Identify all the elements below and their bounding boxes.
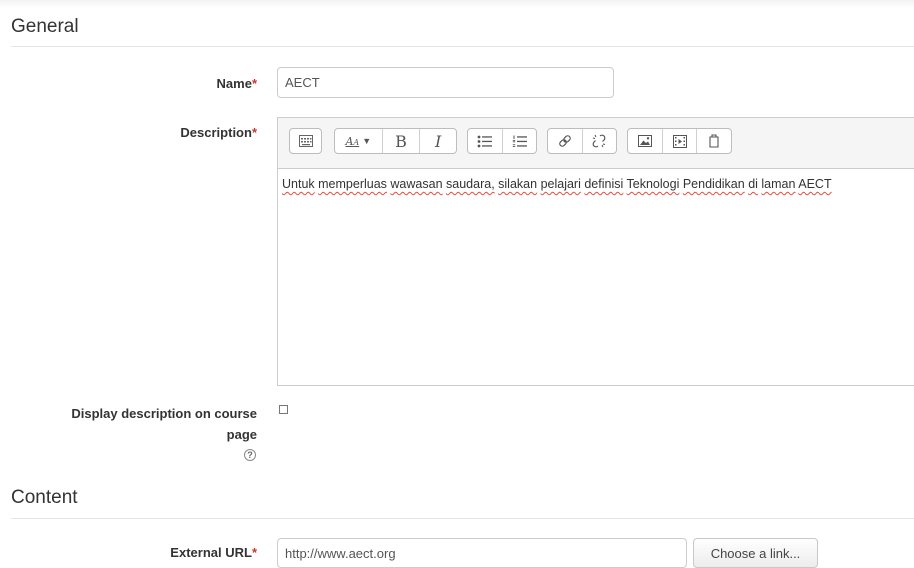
- name-input-value: AECT: [285, 75, 320, 90]
- media-icon: [672, 134, 687, 148]
- name-label: Name*: [217, 76, 257, 91]
- italic-icon: I: [434, 131, 442, 151]
- help-icon[interactable]: ?: [244, 449, 256, 461]
- external-url-input[interactable]: http://www.aect.org: [277, 538, 687, 568]
- description-word: Pendidikan: [682, 177, 745, 191]
- ordered-list-button[interactable]: [503, 129, 537, 153]
- manage-files-button[interactable]: [697, 129, 731, 153]
- toolbar-group-insert: [627, 128, 732, 154]
- section-general-title: General: [11, 16, 79, 37]
- font-style-icon: AA: [345, 135, 359, 148]
- top-shade: [0, 0, 914, 8]
- description-content[interactable]: Untuk memperluas wawasan saudara, silaka…: [278, 169, 914, 199]
- toolbar-group-lists: [467, 128, 537, 154]
- link-button[interactable]: [548, 129, 583, 153]
- display-description-label-line1: Display description on course: [71, 406, 257, 421]
- bold-icon: B: [395, 131, 407, 151]
- description-editor: AA ▼ B I Untuk memperluas wawasan saudar…: [277, 117, 914, 386]
- link-icon: [558, 135, 571, 147]
- name-input[interactable]: AECT: [277, 67, 614, 98]
- toolbar-group-toggle: [289, 128, 322, 154]
- editor-toolbar: AA ▼ B I: [278, 118, 914, 169]
- external-url-label: External URL*: [170, 545, 257, 560]
- media-button[interactable]: [663, 129, 698, 153]
- required-mark: *: [251, 76, 257, 91]
- display-description-checkbox[interactable]: [279, 405, 288, 414]
- image-icon: [637, 135, 652, 147]
- display-description-label-line2: page: [226, 427, 257, 442]
- unlink-icon: [592, 134, 606, 148]
- unordered-list-button[interactable]: [468, 129, 503, 153]
- external-url-label-text: External URL: [170, 545, 252, 560]
- description-label: Description*: [180, 125, 257, 140]
- required-mark: *: [251, 125, 257, 140]
- toolbar-group-links: [547, 128, 617, 154]
- toolbar-group-text: AA ▼ B I: [334, 128, 457, 154]
- section-content-title: Content: [11, 487, 78, 508]
- description-word: definisi: [584, 177, 624, 191]
- description-word: pelajari: [540, 177, 581, 191]
- image-button[interactable]: [628, 129, 663, 153]
- description-word: Teknologi: [626, 177, 680, 191]
- description-word: AECT: [798, 177, 832, 191]
- description-word: memperluas: [318, 177, 387, 191]
- display-description-label: Display description on course page: [71, 403, 257, 445]
- required-mark: *: [251, 545, 257, 560]
- external-url-input-value: http://www.aect.org: [285, 545, 396, 561]
- description-word: silakan: [498, 177, 538, 191]
- description-word: wawasan: [390, 177, 443, 191]
- description-word: saudara,: [446, 177, 495, 191]
- name-label-text: Name: [216, 76, 252, 91]
- description-word: laman: [761, 177, 796, 191]
- section-content-divider: [11, 518, 914, 519]
- font-style-subscript: A: [353, 137, 360, 147]
- choose-link-button[interactable]: Choose a link...: [693, 538, 818, 568]
- bold-button[interactable]: B: [383, 129, 421, 153]
- toolbar-toggle-icon: [298, 135, 313, 147]
- description-word: di: [748, 177, 758, 191]
- toolbar-toggle-button[interactable]: [290, 129, 321, 153]
- manage-files-icon: [709, 134, 719, 148]
- description-word: Untuk: [282, 177, 315, 191]
- chevron-down-icon: ▼: [362, 136, 372, 146]
- description-label-text: Description: [180, 125, 252, 140]
- unordered-list-icon: [477, 135, 493, 147]
- font-style-button[interactable]: AA ▼: [335, 129, 383, 153]
- ordered-list-icon: [512, 135, 527, 147]
- section-general-divider: [11, 46, 914, 47]
- unlink-button[interactable]: [583, 129, 617, 153]
- italic-button[interactable]: I: [420, 129, 456, 153]
